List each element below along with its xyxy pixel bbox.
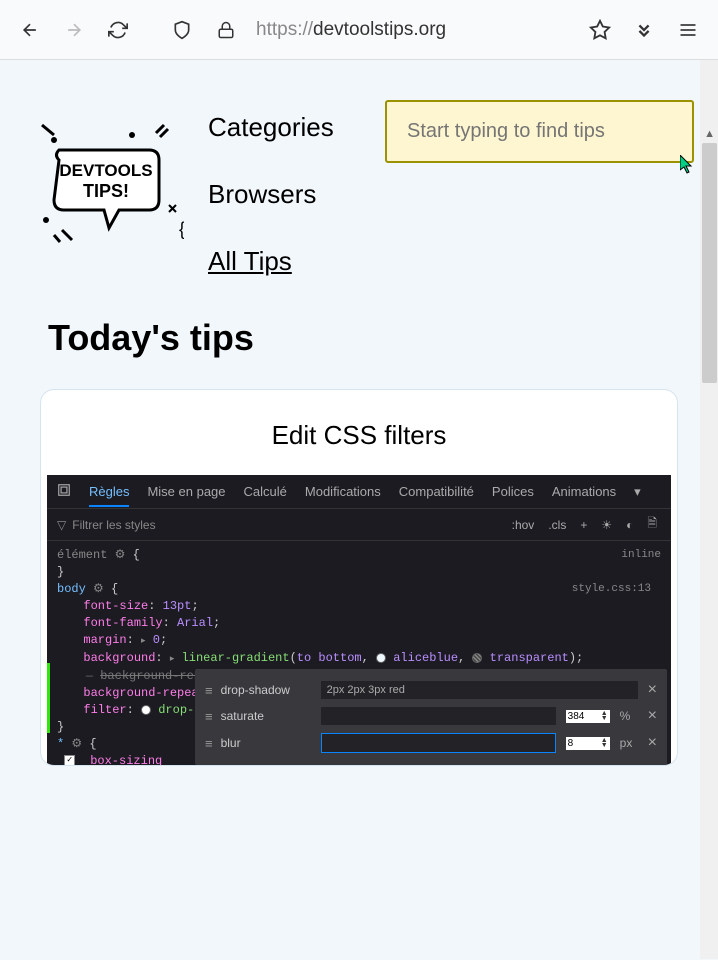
tab-regles[interactable]: Règles xyxy=(89,484,129,507)
overflow-button[interactable] xyxy=(626,12,662,48)
drag-handle-icon[interactable]: ≡ xyxy=(205,683,211,698)
back-button[interactable] xyxy=(12,12,48,48)
filter-row-blur: ≡ blur 8▲▼ px × xyxy=(205,729,657,757)
lock-icon[interactable] xyxy=(208,12,244,48)
drag-handle-icon[interactable]: ≡ xyxy=(205,736,211,751)
reload-button[interactable] xyxy=(100,12,136,48)
svg-text:DEVTOOLS: DEVTOOLS xyxy=(59,161,152,180)
hov-toggle[interactable]: :hov xyxy=(508,518,539,532)
nav-browsers[interactable]: Browsers xyxy=(208,179,334,210)
blur-number-input[interactable]: 8▲▼ xyxy=(566,737,610,750)
main-nav: Categories Browsers All Tips xyxy=(208,100,334,277)
bookmark-button[interactable] xyxy=(582,12,618,48)
browser-toolbar: https://devtoolstips.org xyxy=(0,0,718,60)
plus-icon[interactable]: + xyxy=(576,518,591,532)
close-icon[interactable]: × xyxy=(648,707,657,725)
shield-icon[interactable] xyxy=(164,12,200,48)
tab-modifications[interactable]: Modifications xyxy=(305,484,381,499)
print-icon[interactable]: 🗎 xyxy=(643,514,661,535)
page-title: Today's tips xyxy=(0,277,718,389)
swatch-aliceblue[interactable] xyxy=(376,653,386,663)
tab-animations[interactable]: Animations xyxy=(552,484,616,499)
light-icon[interactable]: ☀ xyxy=(597,518,616,532)
scroll-up-icon[interactable]: ▲ xyxy=(704,128,715,140)
drop-shadow-input[interactable] xyxy=(321,681,638,699)
scrollbar-thumb[interactable] xyxy=(702,143,717,383)
blur-slider[interactable] xyxy=(321,733,556,753)
contrast-icon[interactable]: ◐ xyxy=(622,518,637,532)
page-content: ▲ DEVTOOLS TIPS! {} Categ xyxy=(0,60,718,960)
filter-bar: ▽ Filtrer les styles :hov .cls + ☀ ◐ 🗎 xyxy=(47,509,671,541)
saturate-slider[interactable] xyxy=(321,707,556,725)
mouse-cursor xyxy=(680,155,696,180)
devtools-tabs: Règles Mise en page Calculé Modification… xyxy=(47,475,671,509)
close-icon[interactable]: × xyxy=(648,734,657,752)
svg-text:TIPS!: TIPS! xyxy=(83,181,129,201)
url-bar[interactable]: https://devtoolstips.org xyxy=(252,19,574,41)
change-indicator xyxy=(47,663,50,733)
drag-handle-icon[interactable]: ≡ xyxy=(205,709,211,724)
svg-text:{}: {} xyxy=(179,219,184,239)
tab-compatibilite[interactable]: Compatibilité xyxy=(399,484,474,499)
filter-row-saturate: ≡ saturate 384▲▼ % × xyxy=(205,703,657,729)
tip-title[interactable]: Edit CSS filters xyxy=(41,420,677,451)
tab-mise-en-page[interactable]: Mise en page xyxy=(147,484,225,499)
tab-dropdown-icon[interactable]: ▾ xyxy=(634,484,641,500)
menu-button[interactable] xyxy=(670,12,706,48)
filter-input[interactable]: Filtrer les styles xyxy=(72,518,155,532)
checkbox-icon[interactable]: ✓ xyxy=(64,755,75,765)
nav-categories[interactable]: Categories xyxy=(208,112,334,143)
filter-row-drop-shadow: ≡ drop-shadow × xyxy=(205,677,657,703)
forward-button xyxy=(56,12,92,48)
saturate-number-input[interactable]: 384▲▼ xyxy=(566,710,610,723)
tab-calcule[interactable]: Calculé xyxy=(244,484,287,499)
cls-toggle[interactable]: .cls xyxy=(544,518,570,532)
devtools-panel: Règles Mise en page Calculé Modification… xyxy=(47,475,671,765)
site-logo[interactable]: DEVTOOLS TIPS! {} xyxy=(24,100,184,260)
filter-editor-popup: ≡ drop-shadow × ≡ saturate 384▲▼ % × ≡ b… xyxy=(195,669,667,765)
filter-swatch-icon[interactable] xyxy=(141,705,151,715)
nav-all-tips[interactable]: All Tips xyxy=(208,246,334,277)
search-input[interactable] xyxy=(385,100,694,163)
filter-icon[interactable]: ▽ xyxy=(57,518,66,532)
close-icon[interactable]: × xyxy=(648,681,657,699)
tab-polices[interactable]: Polices xyxy=(492,484,534,499)
swatch-transparent[interactable] xyxy=(472,653,482,663)
inspector-icon[interactable] xyxy=(57,483,71,500)
tip-card: Edit CSS filters Règles Mise en page Cal… xyxy=(40,389,678,766)
scrollbar[interactable]: ▲ xyxy=(700,60,718,959)
